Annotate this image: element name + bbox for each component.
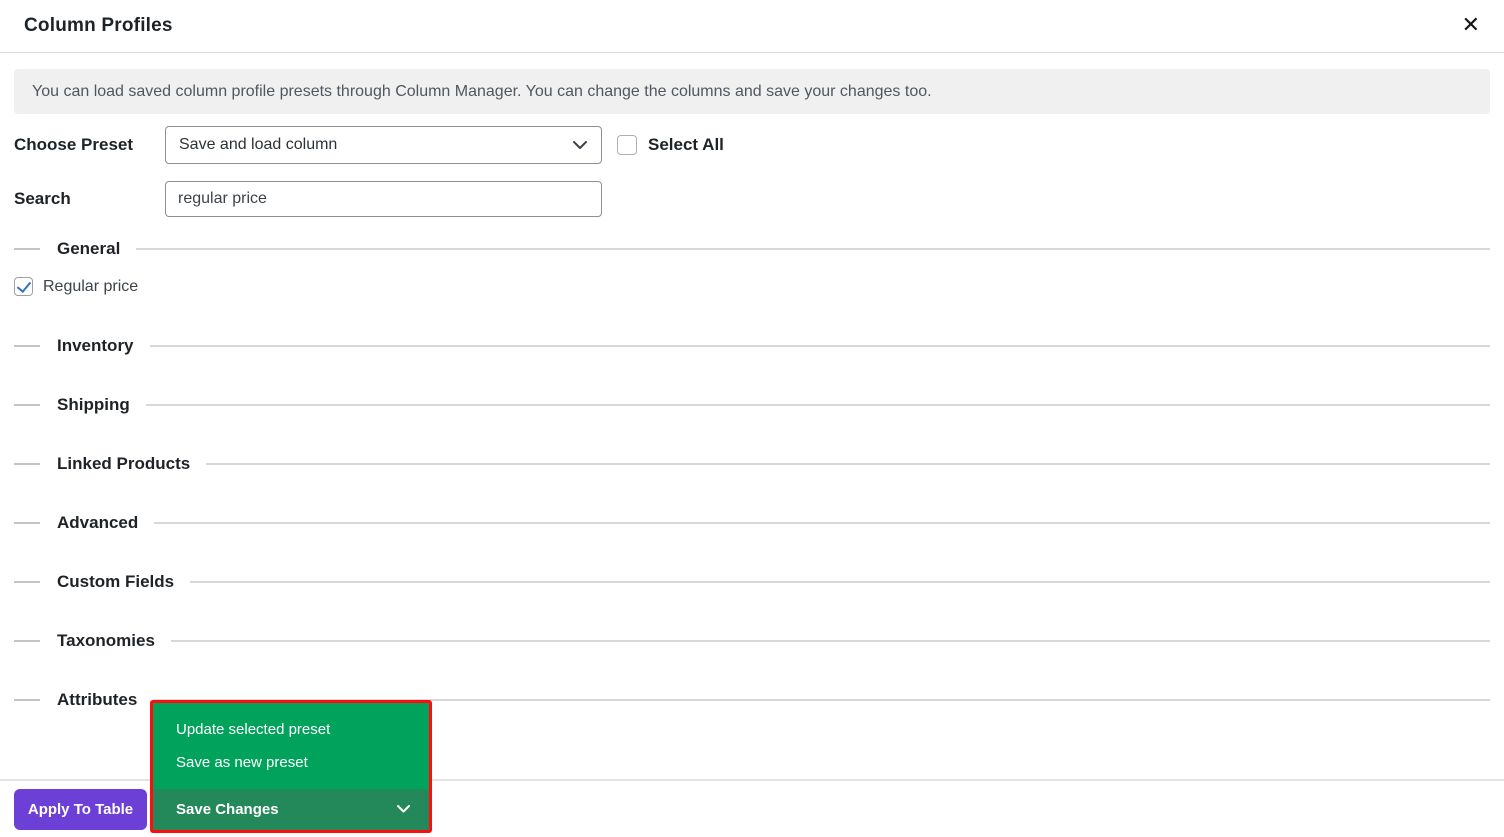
section-title: Linked Products [57,454,190,474]
section-title: Inventory [57,336,134,356]
close-icon[interactable]: ✕ [1462,15,1480,37]
chevron-down-icon [573,141,587,150]
checkbox-unchecked-icon[interactable] [617,135,637,155]
save-menu-items: Update selected preset Save as new prese… [153,703,429,789]
select-all-label: Select All [648,135,724,155]
section-title: General [57,239,120,259]
save-changes-button[interactable]: Save Changes [153,789,429,830]
section-custom-fields: Custom Fields [14,570,1490,594]
field-regular-price[interactable]: Regular price [14,277,1490,296]
info-banner: You can load saved column profile preset… [14,69,1490,114]
page-title: Column Profiles [24,15,173,37]
save-changes-label: Save Changes [176,801,279,818]
section-shipping: Shipping [14,393,1490,417]
search-input[interactable] [165,181,602,217]
modal-body: You can load saved column profile preset… [0,69,1504,712]
menu-item-save-as-new-preset[interactable]: Save as new preset [153,754,429,771]
section-title: Attributes [57,690,137,710]
section-title: Custom Fields [57,572,174,592]
choose-preset-row: Choose Preset Save and load column Selec… [14,126,1490,164]
section-title: Advanced [57,513,138,533]
search-row: Search [14,181,1490,217]
section-advanced: Advanced [14,511,1490,535]
field-label: Regular price [43,278,138,296]
section-linked-products: Linked Products [14,452,1490,476]
menu-item-update-selected-preset[interactable]: Update selected preset [153,721,429,738]
info-banner-text: You can load saved column profile preset… [32,83,932,101]
preset-select[interactable]: Save and load column [165,126,602,164]
preset-select-value: Save and load column [179,136,337,154]
select-all-checkbox[interactable]: Select All [617,135,724,155]
section-taxonomies: Taxonomies [14,629,1490,653]
chevron-down-icon [397,805,411,814]
section-general: General [14,237,1490,261]
search-label: Search [14,189,165,209]
checkbox-checked-icon[interactable] [14,277,33,296]
section-title: Taxonomies [57,631,155,651]
modal-header: Column Profiles ✕ [0,0,1504,53]
choose-preset-label: Choose Preset [14,135,165,155]
apply-to-table-button[interactable]: Apply To Table [14,789,147,830]
save-changes-menu: Update selected preset Save as new prese… [150,700,432,833]
section-inventory: Inventory [14,334,1490,358]
section-title: Shipping [57,395,130,415]
